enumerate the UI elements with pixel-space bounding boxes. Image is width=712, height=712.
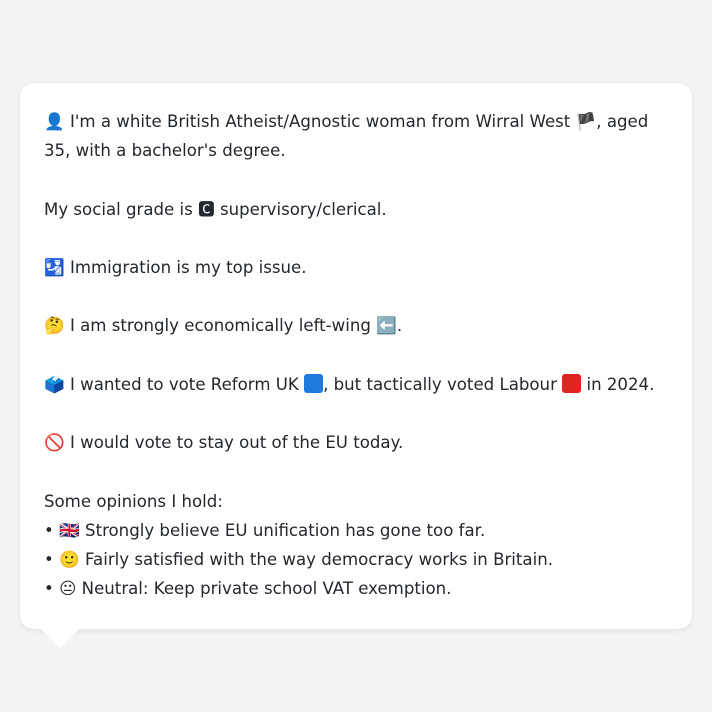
grade-c-icon: 🅲: [198, 199, 215, 219]
grade-value: supervisory/clerical.: [219, 199, 387, 219]
prohibited-icon: 🚫: [44, 433, 65, 453]
econ-end: .: [396, 316, 403, 336]
bullet: •: [44, 520, 54, 540]
uk-flag-icon: 🇬🇧: [59, 520, 80, 540]
person-icon: 👤: [44, 112, 65, 131]
intro-line-1: 👤 I'm a white British Atheist/Agnostic w…: [44, 107, 668, 136]
intro-line-2: 35, with a bachelor's degree.: [44, 141, 286, 161]
chat-bubble: 👤 I'm a white British Atheist/Agnostic w…: [20, 83, 692, 629]
neutral-face-icon: 😐: [59, 579, 77, 599]
stage: 👤 I'm a white British Atheist/Agnostic w…: [0, 0, 712, 712]
passport-control-icon: 🛂: [44, 257, 65, 277]
red-square-icon: [562, 373, 582, 393]
england-flag-icon: 🏴: [575, 112, 597, 131]
vote-text-year: in 2024.: [586, 374, 655, 394]
issue-text: Immigration is my top issue.: [69, 257, 307, 277]
bullet: •: [44, 549, 54, 569]
eu-line: 🚫 I would vote to stay out of the EU tod…: [44, 428, 668, 457]
vote-text-labour: , but tactically voted Labour: [323, 374, 557, 394]
eu-text: I would vote to stay out of the EU today…: [69, 433, 404, 453]
issue-line: 🛂 Immigration is my top issue.: [44, 253, 668, 282]
econ-line: 🤔 I am strongly economically left-wing ⬅…: [44, 311, 668, 340]
bullet: •: [44, 579, 54, 599]
opinion-text: Neutral: Keep private school VAT exempti…: [81, 579, 452, 599]
thinking-face-icon: 🤔: [44, 316, 65, 336]
list-item: • 😐 Neutral: Keep private school VAT exe…: [44, 574, 668, 603]
grade-label: My social grade is: [44, 199, 193, 219]
opinion-text: Fairly satisfied with the way democracy …: [85, 549, 553, 569]
intro-text: I'm a white British Atheist/Agnostic wom…: [69, 112, 571, 131]
opinion-text: Strongly believe EU unification has gone…: [85, 520, 486, 540]
grade-line: My social grade is 🅲 supervisory/clerica…: [44, 195, 668, 224]
left-arrow-icon: ⬅️: [376, 316, 397, 336]
list-item: • 🙂 Fairly satisfied with the way democr…: [44, 545, 668, 574]
econ-text: I am strongly economically left-wing: [69, 316, 371, 336]
vote-text-reform: I wanted to vote Reform UK: [69, 374, 299, 394]
ballot-box-icon: 🗳️: [44, 374, 65, 394]
list-item: • 🇬🇧 Strongly believe EU unification has…: [44, 516, 668, 545]
vote-line: 🗳️ I wanted to vote Reform UK , but tact…: [44, 370, 668, 399]
opinions-header: Some opinions I hold:: [44, 491, 223, 511]
blue-square-icon: [304, 373, 324, 393]
bubble-tail: [40, 628, 80, 648]
intro-text-age: , aged: [596, 112, 649, 131]
slightly-smiling-face-icon: 🙂: [59, 549, 80, 569]
